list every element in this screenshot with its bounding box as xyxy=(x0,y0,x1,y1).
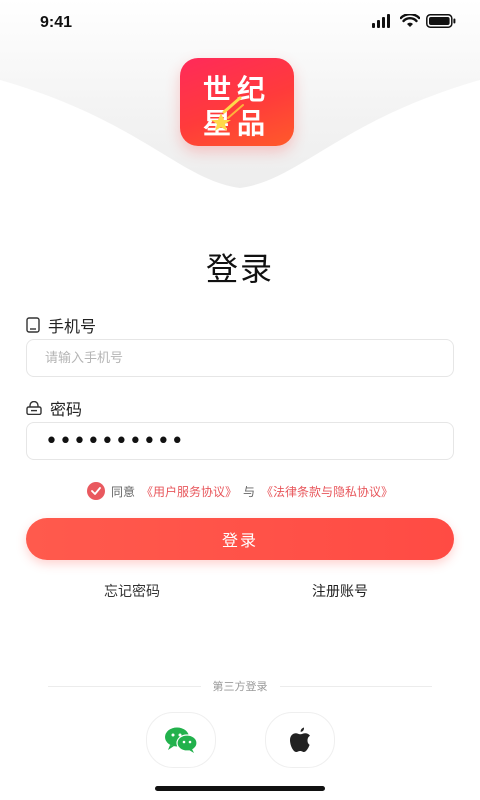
battery-icon xyxy=(426,14,456,28)
password-label: 密码 xyxy=(26,396,82,420)
phone-icon xyxy=(26,317,40,333)
status-time: 9:41 xyxy=(40,14,73,31)
logo-star-icon xyxy=(211,96,244,131)
status-bar: 9:41 xyxy=(0,0,480,46)
forgot-password-link[interactable]: 忘记密码 xyxy=(104,581,160,601)
divider-line-left xyxy=(48,685,201,687)
password-field[interactable] xyxy=(26,422,454,460)
phone-field[interactable] xyxy=(26,339,454,377)
status-icons xyxy=(372,14,456,28)
wechat-login-button[interactable] xyxy=(146,712,216,768)
user-service-agreement-link[interactable]: 《用户服务协议》 xyxy=(141,483,237,500)
password-input[interactable] xyxy=(27,423,453,459)
login-button[interactable]: 登录 xyxy=(26,518,454,560)
agreement-and: 与 xyxy=(243,484,256,499)
agreement-prefix: 同意 xyxy=(110,484,135,499)
wifi-icon xyxy=(400,14,420,27)
divider-line-right xyxy=(279,685,432,687)
legal-privacy-agreement-link[interactable]: 《法律条款与隐私协议》 xyxy=(261,483,393,500)
phone-label-text: 手机号 xyxy=(48,317,97,336)
password-label-text: 密码 xyxy=(50,400,83,419)
phone-label: 手机号 xyxy=(26,313,96,337)
register-account-link[interactable]: 注册账号 xyxy=(312,581,368,601)
apple-login-button[interactable] xyxy=(265,712,335,768)
home-indicator xyxy=(155,786,325,791)
lock-icon xyxy=(26,401,42,415)
signal-icon xyxy=(372,14,390,28)
third-party-login-label: 第三方登录 xyxy=(212,680,268,693)
third-party-divider: 第三方登录 xyxy=(48,676,432,696)
wechat-icon xyxy=(165,727,198,753)
agreement-row: 同意 《用户服务协议》 与 《法律条款与隐私协议》 xyxy=(0,482,480,500)
app-logo: 世纪 星品 xyxy=(180,58,294,146)
agreement-checkbox[interactable] xyxy=(86,482,105,500)
page-title: 登录 xyxy=(205,250,274,288)
apple-icon xyxy=(290,727,310,752)
check-icon xyxy=(91,487,101,495)
phone-input[interactable] xyxy=(27,340,453,376)
